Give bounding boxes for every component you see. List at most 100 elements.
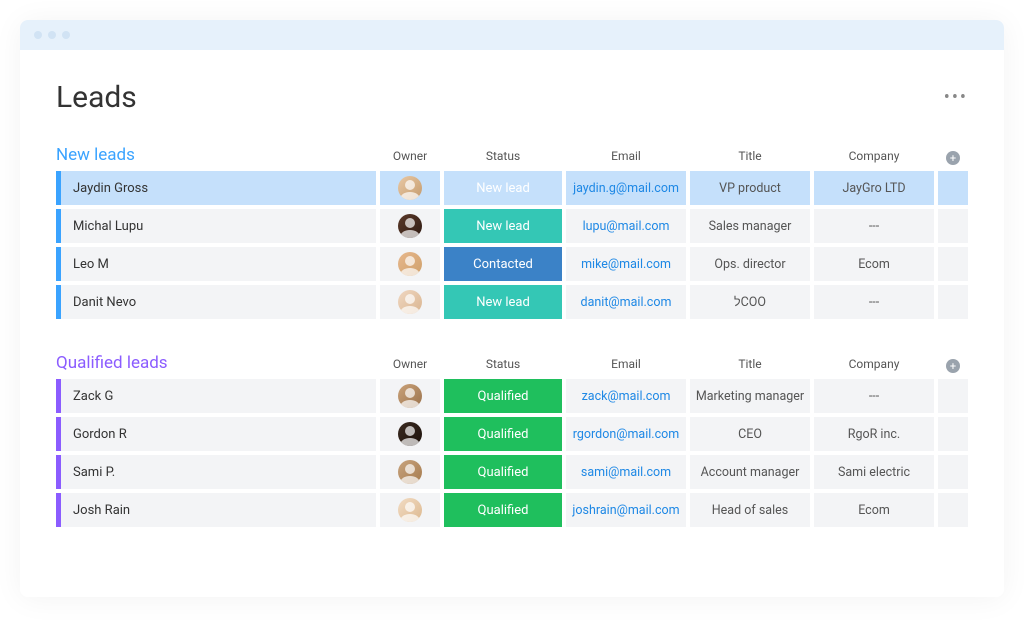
page-header: Leads ••• (56, 80, 968, 115)
table-row[interactable]: Leo M Contactedmike@mail.comOps. director… (56, 247, 968, 281)
email-cell[interactable]: joshrain@mail.com (566, 493, 686, 527)
status-cell[interactable]: Qualified (444, 379, 562, 413)
group-qualified: Qualified leadsOwnerStatusEmailTitleComp… (56, 353, 968, 527)
title-cell[interactable]: Sales manager (690, 209, 810, 243)
trailing-cell (938, 209, 968, 243)
avatar[interactable] (398, 384, 422, 408)
email-cell[interactable]: lupu@mail.com (566, 209, 686, 243)
avatar[interactable] (398, 214, 422, 238)
company-cell[interactable]: Ecom (814, 247, 934, 281)
name-cell[interactable]: Gordon R (56, 417, 376, 451)
owner-cell[interactable] (380, 379, 440, 413)
trailing-cell (938, 493, 968, 527)
status-cell[interactable]: New lead (444, 171, 562, 205)
trailing-cell (938, 285, 968, 319)
status-cell[interactable]: Contacted (444, 247, 562, 281)
trailing-cell (938, 417, 968, 451)
title-cell[interactable]: Head of sales (690, 493, 810, 527)
status-cell[interactable]: New lead (444, 285, 562, 319)
page-content: Leads ••• New leadsOwnerStatusEmailTitle… (20, 50, 1004, 597)
status-cell[interactable]: New lead (444, 209, 562, 243)
column-header-title[interactable]: Title (690, 149, 810, 167)
group-title[interactable]: New leads (56, 145, 376, 167)
owner-cell[interactable] (380, 171, 440, 205)
name-cell[interactable]: Josh Rain (56, 493, 376, 527)
company-cell[interactable]: --- (814, 379, 934, 413)
group-title[interactable]: Qualified leads (56, 353, 376, 375)
company-cell[interactable]: Sami electric (814, 455, 934, 489)
email-cell[interactable]: zack@mail.com (566, 379, 686, 413)
title-cell[interactable]: Account manager (690, 455, 810, 489)
title-cell[interactable]: Marketing manager (690, 379, 810, 413)
title-cell[interactable]: לCOO (690, 285, 810, 319)
table-row[interactable]: Danit Nevo New leaddanit@mail.comלCOO--- (56, 285, 968, 319)
title-cell[interactable]: Ops. director (690, 247, 810, 281)
traffic-light-minimize[interactable] (48, 31, 56, 39)
column-header-company[interactable]: Company (814, 357, 934, 375)
trailing-cell (938, 171, 968, 205)
owner-cell[interactable] (380, 209, 440, 243)
title-cell[interactable]: VP product (690, 171, 810, 205)
avatar[interactable] (398, 290, 422, 314)
status-cell[interactable]: Qualified (444, 455, 562, 489)
column-header-company[interactable]: Company (814, 149, 934, 167)
avatar[interactable] (398, 176, 422, 200)
window-titlebar (20, 20, 1004, 50)
avatar[interactable] (398, 422, 422, 446)
trailing-cell (938, 455, 968, 489)
avatar[interactable] (398, 460, 422, 484)
owner-cell[interactable] (380, 493, 440, 527)
status-cell[interactable]: Qualified (444, 417, 562, 451)
email-cell[interactable]: jaydin.g@mail.com (566, 171, 686, 205)
table-row[interactable]: Michal Lupu New leadlupu@mail.comSales ma… (56, 209, 968, 243)
traffic-light-close[interactable] (34, 31, 42, 39)
column-header-title[interactable]: Title (690, 357, 810, 375)
column-header-status[interactable]: Status (444, 149, 562, 167)
title-cell[interactable]: CEO (690, 417, 810, 451)
app-window: Leads ••• New leadsOwnerStatusEmailTitle… (20, 20, 1004, 597)
plus-icon[interactable]: + (946, 359, 960, 373)
name-cell[interactable]: Jaydin Gross (56, 171, 376, 205)
traffic-light-maximize[interactable] (62, 31, 70, 39)
company-cell[interactable]: --- (814, 285, 934, 319)
avatar[interactable] (398, 498, 422, 522)
group-header: New leadsOwnerStatusEmailTitleCompany + (56, 145, 968, 167)
email-cell[interactable]: rgordon@mail.com (566, 417, 686, 451)
add-column: + (938, 359, 968, 375)
group-new: New leadsOwnerStatusEmailTitleCompany + Ja… (56, 145, 968, 319)
column-header-status[interactable]: Status (444, 357, 562, 375)
company-cell[interactable]: Ecom (814, 493, 934, 527)
owner-cell[interactable] (380, 247, 440, 281)
owner-cell[interactable] (380, 417, 440, 451)
more-options-icon[interactable]: ••• (944, 87, 968, 108)
group-header: Qualified leadsOwnerStatusEmailTitleComp… (56, 353, 968, 375)
page-title: Leads (56, 80, 137, 115)
column-header-email[interactable]: Email (566, 149, 686, 167)
company-cell[interactable]: JayGro LTD (814, 171, 934, 205)
name-cell[interactable]: Zack G (56, 379, 376, 413)
trailing-cell (938, 247, 968, 281)
table-row[interactable]: Josh Rain Qualifiedjoshrain@mail.comHead … (56, 493, 968, 527)
table-row[interactable]: Sami P. Qualifiedsami@mail.comAccount man… (56, 455, 968, 489)
email-cell[interactable]: danit@mail.com (566, 285, 686, 319)
company-cell[interactable]: --- (814, 209, 934, 243)
plus-icon[interactable]: + (946, 151, 960, 165)
company-cell[interactable]: RgoR inc. (814, 417, 934, 451)
status-cell[interactable]: Qualified (444, 493, 562, 527)
owner-cell[interactable] (380, 455, 440, 489)
table-row[interactable]: Jaydin Gross New leadjaydin.g@mail.comVP … (56, 171, 968, 205)
owner-cell[interactable] (380, 285, 440, 319)
avatar[interactable] (398, 252, 422, 276)
column-header-owner[interactable]: Owner (380, 357, 440, 375)
name-cell[interactable]: Michal Lupu (56, 209, 376, 243)
trailing-cell (938, 379, 968, 413)
column-header-owner[interactable]: Owner (380, 149, 440, 167)
email-cell[interactable]: sami@mail.com (566, 455, 686, 489)
name-cell[interactable]: Leo M (56, 247, 376, 281)
email-cell[interactable]: mike@mail.com (566, 247, 686, 281)
name-cell[interactable]: Danit Nevo (56, 285, 376, 319)
table-row[interactable]: Zack G Qualifiedzack@mail.comMarketing ma… (56, 379, 968, 413)
column-header-email[interactable]: Email (566, 357, 686, 375)
table-row[interactable]: Gordon R Qualifiedrgordon@mail.comCEORgoR… (56, 417, 968, 451)
name-cell[interactable]: Sami P. (56, 455, 376, 489)
